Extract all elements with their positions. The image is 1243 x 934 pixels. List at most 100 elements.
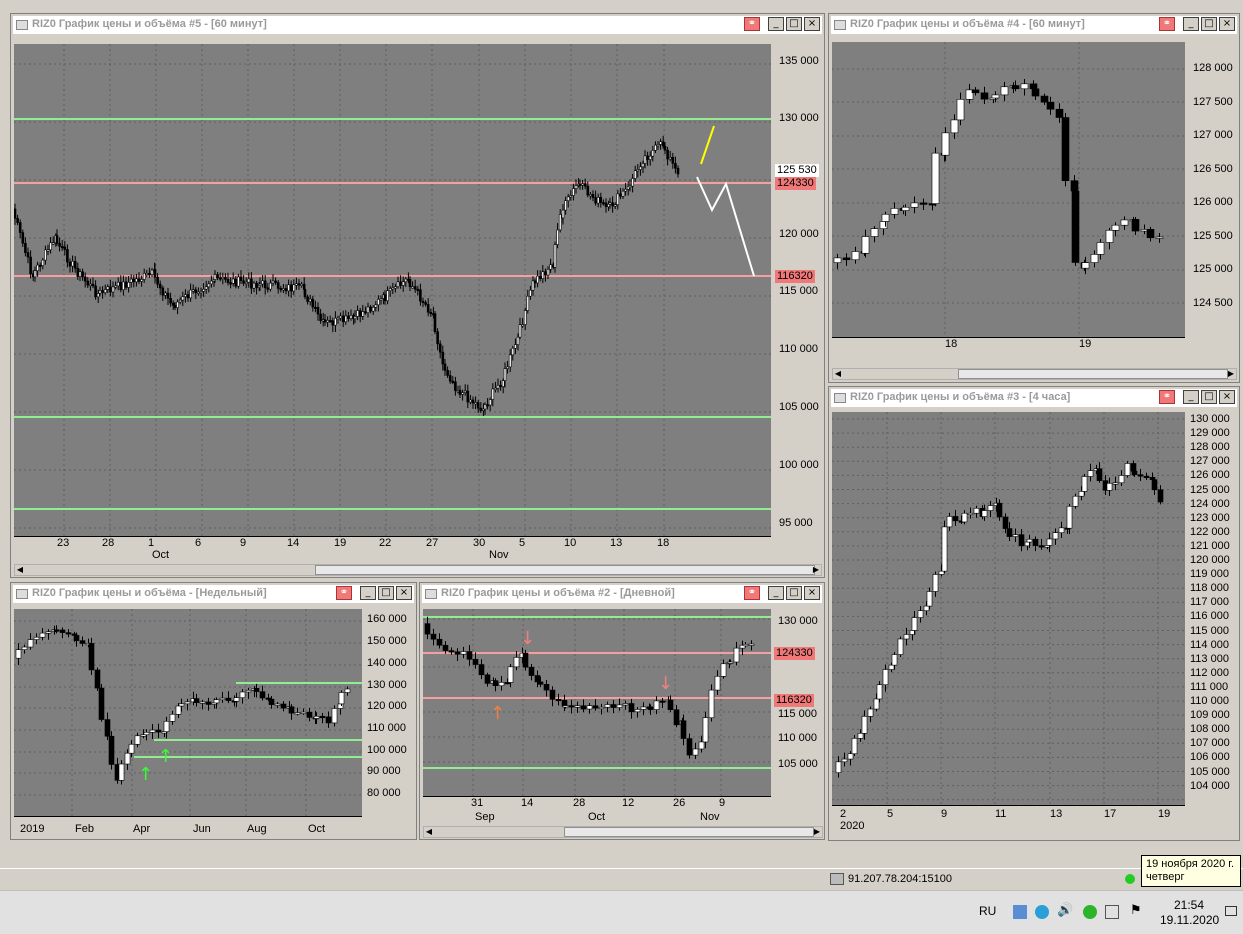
candle-body (344, 688, 351, 693)
price-plot[interactable] (832, 412, 1185, 805)
link-icon[interactable]: ⚭ (744, 586, 760, 600)
candle-body (416, 288, 420, 291)
link-icon[interactable]: ⚭ (744, 17, 760, 31)
candle-body (1061, 117, 1070, 181)
candle-body (647, 706, 654, 710)
candle-body (553, 244, 557, 268)
candlestick-chart: ↓ ↑ ↓ (423, 609, 771, 796)
price-plot[interactable]: ↓ ↑ ↓ (423, 609, 771, 796)
x-tick: 26 (673, 797, 686, 809)
candle-body (841, 758, 848, 763)
price-plot[interactable] (14, 44, 771, 536)
scroll-left-icon[interactable]: ◀ (833, 369, 843, 379)
x-tick: 10 (564, 537, 577, 549)
close-button[interactable]: × (1219, 390, 1235, 404)
telegram-icon[interactable] (1035, 905, 1049, 919)
candle-body (996, 502, 1003, 518)
candle-body (424, 623, 431, 635)
minimize-button[interactable]: _ (360, 586, 376, 600)
scroll-right-icon[interactable]: ▶ (812, 827, 822, 837)
candle-body (668, 157, 672, 160)
chart-window-2[interactable]: RIZ0 График цены и объёма #2 - [Дневной]… (419, 582, 825, 840)
candle-body (507, 666, 514, 683)
clock-time[interactable]: 21:54 (1174, 898, 1204, 912)
candle-body (44, 249, 47, 261)
candle-body (135, 278, 138, 283)
maximize-button[interactable]: □ (786, 586, 802, 600)
link-icon[interactable]: ⚭ (1159, 17, 1175, 31)
candle-body (1046, 538, 1053, 546)
minimize-button[interactable]: _ (768, 586, 784, 600)
y-tick: 124 000 (1190, 497, 1230, 510)
candle-body (134, 735, 141, 745)
scroll-left-icon[interactable]: ◀ (424, 827, 434, 837)
network-tray-icon[interactable] (1105, 905, 1119, 919)
candle-body (666, 149, 669, 160)
check-icon[interactable] (1083, 905, 1097, 919)
scroll-right-icon[interactable]: ▶ (811, 565, 821, 575)
candle-body (938, 570, 945, 575)
candle-body (971, 89, 980, 94)
minimize-button[interactable]: _ (1183, 390, 1199, 404)
candle-body (583, 183, 587, 187)
chart-window-weekly[interactable]: RIZ0 График цены и объёма - [Недельный] … (10, 582, 417, 840)
close-button[interactable]: × (396, 586, 412, 600)
candle-body (271, 280, 275, 284)
y-axis: 160 000 150 000 140 000 130 000 120 000 … (363, 609, 416, 816)
chart-window-3[interactable]: RIZ0 График цены и объёма #3 - [4 часа] … (828, 386, 1240, 841)
candle-body (311, 298, 315, 308)
minimize-button[interactable]: _ (768, 17, 784, 31)
clock-date[interactable]: 19.11.2020 (1160, 913, 1219, 927)
candle-body (1081, 476, 1088, 492)
price-plot[interactable]: ↑ ↑ (14, 609, 362, 816)
chart-window-4[interactable]: RIZ0 График цены и объёма #4 - [60 минут… (828, 13, 1240, 383)
price-plot[interactable] (832, 42, 1185, 337)
maximize-button[interactable]: □ (378, 586, 394, 600)
maximize-button[interactable]: □ (1201, 390, 1217, 404)
scroll-right-icon[interactable]: ▶ (1226, 369, 1236, 379)
candle-body (611, 202, 614, 207)
scroll-left-icon[interactable]: ◀ (15, 565, 25, 575)
candle-body (33, 270, 37, 278)
window-titlebar[interactable]: RIZ0 График цены и объёма - [Недельный] … (13, 585, 414, 603)
candle-body (888, 664, 895, 670)
scroll-thumb[interactable] (564, 827, 814, 837)
candle-body (1071, 190, 1080, 263)
candle-body (1090, 254, 1099, 263)
scroll-thumb[interactable] (315, 565, 815, 575)
candle-body (733, 647, 740, 663)
candle-body (213, 699, 220, 704)
horizontal-scrollbar[interactable]: ◀ ▶ (423, 826, 823, 838)
horizontal-scrollbar[interactable]: ◀ ▶ (14, 564, 822, 576)
candle-body (873, 698, 880, 710)
tray-app-icon[interactable] (1013, 905, 1027, 919)
y-tick: 80 000 (367, 787, 401, 799)
candle-body (640, 706, 647, 710)
window-titlebar[interactable]: RIZ0 График цены и объёма #2 - [Дневной]… (422, 585, 822, 603)
close-button[interactable]: × (804, 586, 820, 600)
y-tick: 129 000 (1190, 427, 1230, 440)
scroll-thumb[interactable] (958, 369, 1228, 379)
window-titlebar[interactable]: RIZ0 График цены и объёма #3 - [4 часа] … (831, 389, 1237, 407)
candle-body (522, 652, 529, 668)
flag-icon[interactable]: ⚑ (1130, 903, 1142, 918)
language-indicator[interactable]: RU (979, 904, 996, 918)
candle-body (569, 195, 573, 198)
link-icon[interactable]: ⚭ (336, 586, 352, 600)
notification-icon[interactable] (1225, 906, 1237, 916)
chart-window-5[interactable]: RIZ0 График цены и объёма #5 - [60 минут… (10, 13, 825, 578)
candle-body (708, 689, 715, 719)
close-button[interactable]: × (1219, 17, 1235, 31)
volume-icon[interactable]: 🔊 (1057, 903, 1073, 918)
close-button[interactable]: × (804, 17, 820, 31)
link-icon[interactable]: ⚭ (1159, 390, 1175, 404)
maximize-button[interactable]: □ (1201, 17, 1217, 31)
candle-body (150, 269, 154, 275)
window-titlebar[interactable]: RIZ0 График цены и объёма #5 - [60 минут… (13, 16, 822, 34)
minimize-button[interactable]: _ (1183, 17, 1199, 31)
down-arrow-icon: ↓ (520, 628, 535, 649)
horizontal-scrollbar[interactable]: ◀ ▶ (832, 368, 1237, 380)
maximize-button[interactable]: □ (786, 17, 802, 31)
window-titlebar[interactable]: RIZ0 График цены и объёма #4 - [60 минут… (831, 16, 1237, 34)
candle-body (692, 748, 699, 756)
